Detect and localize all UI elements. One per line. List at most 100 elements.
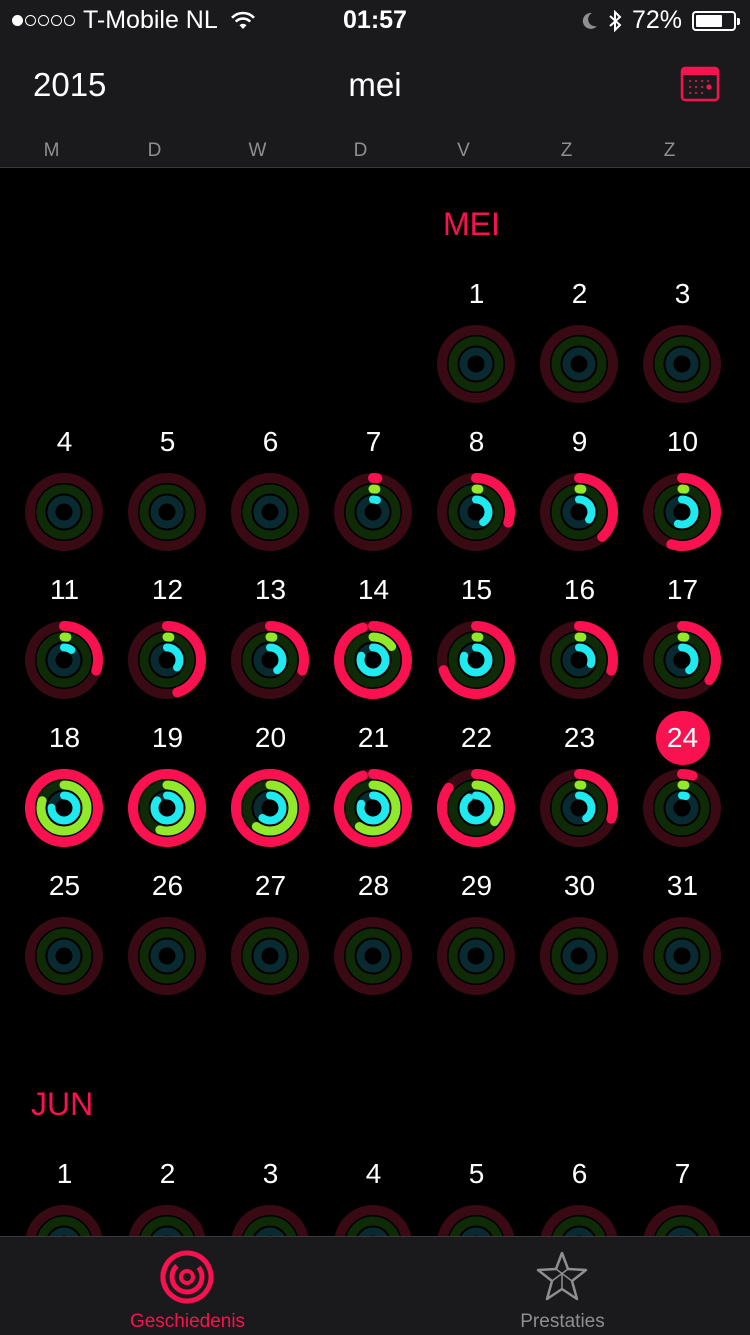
stand-ring <box>150 791 184 825</box>
activity-rings[interactable] <box>22 1202 106 1236</box>
day-number[interactable]: 9 <box>528 426 631 458</box>
day-number[interactable]: 22 <box>425 722 528 754</box>
activity-rings[interactable] <box>640 766 724 850</box>
day-number[interactable]: 13 <box>219 574 322 606</box>
activity-rings[interactable] <box>434 914 518 998</box>
activity-rings[interactable] <box>331 1202 415 1236</box>
day-number[interactable]: 28 <box>322 870 425 902</box>
day-number[interactable]: 11 <box>13 574 116 606</box>
day-number[interactable]: 10 <box>631 426 734 458</box>
tab-label: Geschiedenis <box>129 1311 246 1332</box>
weekday-label: D <box>353 140 368 161</box>
activity-rings[interactable] <box>331 914 415 998</box>
activity-rings[interactable] <box>537 914 621 998</box>
activity-rings[interactable] <box>640 914 724 998</box>
activity-rings[interactable] <box>640 470 724 554</box>
weekday-label: Z <box>663 140 676 161</box>
activity-rings[interactable] <box>228 1202 312 1236</box>
day-number[interactable]: 6 <box>528 1158 631 1190</box>
activity-rings[interactable] <box>125 470 209 554</box>
day-number[interactable]: 5 <box>116 426 219 458</box>
activity-rings[interactable] <box>537 1202 621 1236</box>
activity-rings[interactable] <box>22 618 106 702</box>
status-right-group: 72% <box>580 6 740 35</box>
day-number[interactable]: 25 <box>13 870 116 902</box>
page-title: mei <box>348 66 402 103</box>
star-icon <box>536 1251 588 1301</box>
activity-rings[interactable] <box>331 470 415 554</box>
weekday-label: D <box>147 140 162 161</box>
activity-rings[interactable] <box>640 1202 724 1236</box>
activity-rings[interactable] <box>125 1202 209 1236</box>
day-number[interactable]: 15 <box>425 574 528 606</box>
activity-rings[interactable] <box>228 766 312 850</box>
day-number[interactable]: 17 <box>631 574 734 606</box>
activity-rings[interactable] <box>537 322 621 406</box>
weekday-label: Z <box>560 140 573 161</box>
day-number[interactable]: 5 <box>425 1158 528 1190</box>
activity-rings[interactable] <box>537 618 621 702</box>
activity-rings[interactable] <box>434 322 518 406</box>
day-number[interactable]: 12 <box>116 574 219 606</box>
activity-rings[interactable] <box>434 766 518 850</box>
activity-rings[interactable] <box>228 914 312 998</box>
day-number[interactable]: 7 <box>631 1158 734 1190</box>
moon-icon <box>582 12 597 29</box>
battery-percentage: 72% <box>631 6 682 34</box>
activity-rings[interactable] <box>331 618 415 702</box>
activity-rings[interactable] <box>640 322 724 406</box>
activity-rings[interactable] <box>434 1202 518 1236</box>
calendar-scroll-view[interactable]: MEI 1 2 3 4 5 6 7 8 9 10 11 12 13 14 15 16 17 18 19 20 21 22 23… <box>0 168 750 1236</box>
day-number[interactable]: 1 <box>425 278 528 310</box>
tab-achievements[interactable]: Prestaties <box>375 1237 750 1335</box>
calendar-icon[interactable] <box>680 64 720 102</box>
battery-icon <box>692 10 740 31</box>
day-number[interactable]: 2 <box>528 278 631 310</box>
weekday-label: V <box>457 140 470 161</box>
tab-bar: Geschiedenis Prestaties <box>0 1236 750 1335</box>
activity-rings[interactable] <box>125 618 209 702</box>
activity-rings[interactable] <box>228 618 312 702</box>
tab-label: Prestaties <box>520 1311 605 1332</box>
activity-rings-icon <box>160 1250 214 1304</box>
activity-rings[interactable] <box>434 470 518 554</box>
activity-rings[interactable] <box>537 470 621 554</box>
month-label: MEI <box>443 206 500 242</box>
activity-rings[interactable] <box>125 766 209 850</box>
day-number[interactable]: 29 <box>425 870 528 902</box>
day-number[interactable]: 6 <box>219 426 322 458</box>
month-label: JUN <box>31 1086 94 1122</box>
day-number[interactable]: 16 <box>528 574 631 606</box>
day-number[interactable]: 19 <box>116 722 219 754</box>
day-number[interactable]: 4 <box>322 1158 425 1190</box>
day-number[interactable]: 8 <box>425 426 528 458</box>
day-number[interactable]: 3 <box>219 1158 322 1190</box>
day-number[interactable]: 1 <box>13 1158 116 1190</box>
day-number[interactable]: 30 <box>528 870 631 902</box>
day-number[interactable]: 3 <box>631 278 734 310</box>
day-number[interactable]: 21 <box>322 722 425 754</box>
tab-history[interactable]: Geschiedenis <box>0 1237 375 1335</box>
today-date[interactable]: 24 <box>631 711 734 765</box>
day-number[interactable]: 2 <box>116 1158 219 1190</box>
navigation-bar: 2015 mei M D W D V Z Z <box>0 40 750 168</box>
day-number[interactable]: 4 <box>13 426 116 458</box>
day-number[interactable]: 31 <box>631 870 734 902</box>
activity-rings[interactable] <box>125 914 209 998</box>
day-number[interactable]: 18 <box>13 722 116 754</box>
day-number[interactable]: 23 <box>528 722 631 754</box>
day-number[interactable]: 14 <box>322 574 425 606</box>
activity-rings[interactable] <box>22 766 106 850</box>
status-bar: T-Mobile NL 01:57 72% <box>0 0 750 40</box>
day-number[interactable]: 7 <box>322 426 425 458</box>
activity-rings[interactable] <box>331 766 415 850</box>
activity-rings[interactable] <box>640 618 724 702</box>
activity-rings[interactable] <box>22 470 106 554</box>
day-number[interactable]: 26 <box>116 870 219 902</box>
day-number[interactable]: 27 <box>219 870 322 902</box>
day-number[interactable]: 20 <box>219 722 322 754</box>
activity-rings[interactable] <box>434 618 518 702</box>
activity-rings[interactable] <box>228 470 312 554</box>
activity-rings[interactable] <box>537 766 621 850</box>
activity-rings[interactable] <box>22 914 106 998</box>
